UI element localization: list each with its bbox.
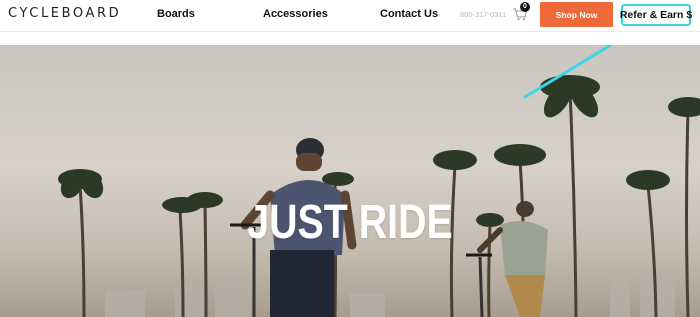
nav-accessories[interactable]: Accessories xyxy=(263,8,328,20)
site-logo[interactable]: CYCLEBOARD xyxy=(8,6,121,21)
hero-banner: JUST RIDE xyxy=(0,45,700,317)
shop-now-button[interactable]: Shop Now xyxy=(540,2,613,27)
cart-count-badge: 0 xyxy=(520,2,530,12)
nav-boards[interactable]: Boards xyxy=(157,8,195,20)
nav-contact-us[interactable]: Contact Us xyxy=(380,8,438,20)
hero-background-image xyxy=(58,45,700,317)
phone-number[interactable]: 800-317-0311 xyxy=(460,10,506,19)
site-header: CYCLEBOARD Boards Accessories Contact Us… xyxy=(0,0,700,32)
hero-headline: JUST RIDE xyxy=(247,196,453,249)
refer-earn-link[interactable]: Refer & Earn $ xyxy=(620,4,692,26)
